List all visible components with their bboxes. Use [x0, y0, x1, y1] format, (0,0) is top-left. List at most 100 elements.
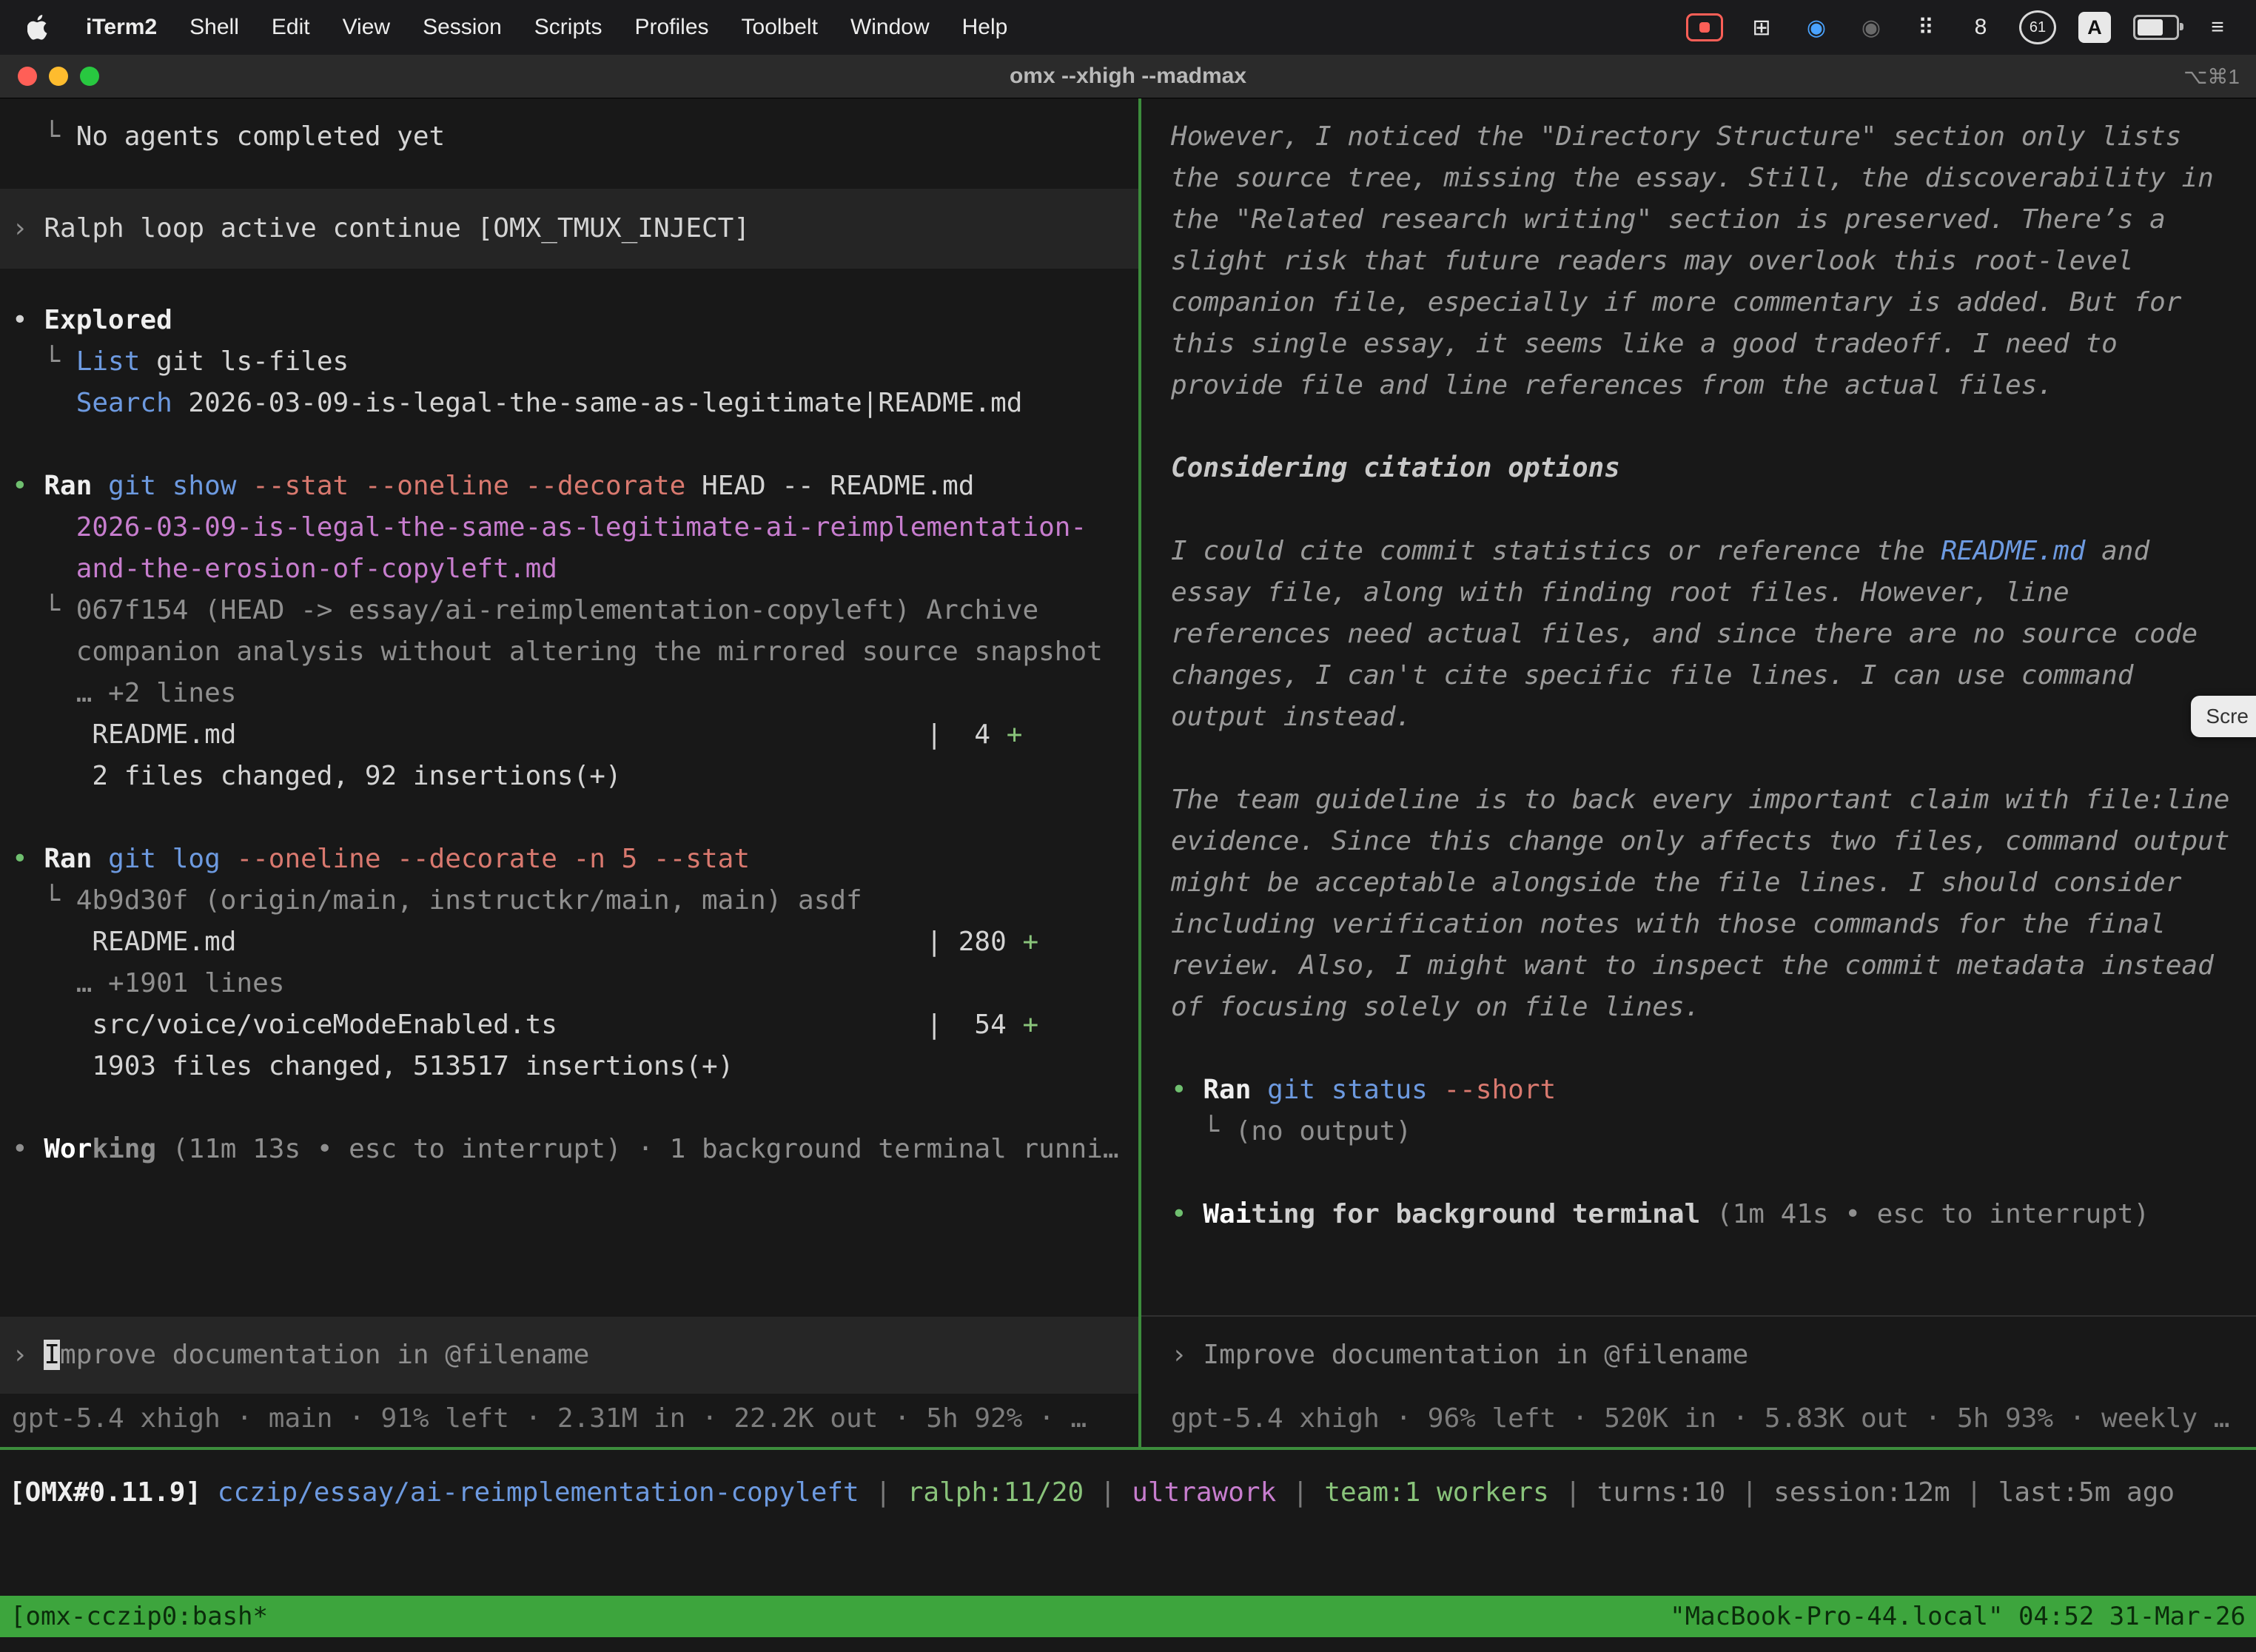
grid-app-icon[interactable]: ⊞ — [1745, 10, 1778, 44]
terminal-block: • Explored └ List git ls-files Search 20… — [0, 300, 1138, 424]
text-segment: the "Related research writing" section i… — [1171, 204, 2166, 235]
text-segment: Considering citation options — [1171, 453, 1620, 483]
left-pane-spacer — [0, 1170, 1138, 1317]
terminal-line: output instead. — [1141, 696, 2256, 738]
text-segment: and-the-erosion-of-copyleft.md — [12, 554, 557, 584]
text-segment: Ran — [1203, 1075, 1267, 1105]
tmux-panes: └ No agents completed yet› Ralph loop ac… — [0, 98, 2256, 1447]
text-segment: session:12m — [1773, 1477, 1950, 1508]
terminal-line: Search 2026-03-09-is-legal-the-same-as-l… — [0, 383, 1138, 424]
right-input-box[interactable]: › Improve documentation in @filename — [1141, 1315, 2256, 1394]
terminal-line: README.md | 4 + — [0, 714, 1138, 756]
dark-app-icon[interactable]: ◉ — [1855, 10, 1887, 44]
apple-menu-icon[interactable] — [22, 11, 55, 44]
text-segment: + — [1007, 719, 1023, 750]
window-shortcut-hint: ⌥⌘1 — [2183, 64, 2240, 89]
battery-icon[interactable] — [2133, 15, 2179, 40]
spacer — [1141, 1152, 2256, 1194]
spacer — [0, 1087, 1138, 1129]
stats-8-icon[interactable]: 8 — [1964, 10, 1997, 44]
menu-item-session[interactable]: Session — [406, 0, 518, 55]
left-input-line[interactable]: › Improve documentation in @filename — [0, 1334, 1138, 1376]
dots-grid-icon[interactable]: ⠿ — [1910, 10, 1942, 44]
menu-items: iTerm2ShellEditViewSessionScriptsProfile… — [70, 0, 1024, 55]
terminal-line: src/voice/voiceModeEnabled.ts | 54 + — [0, 1004, 1138, 1046]
terminal-line: changes, I can't cite specific file line… — [1141, 655, 2256, 696]
terminal-block: • Ran git log --oneline --decorate -n 5 … — [0, 839, 1138, 1087]
right-input-line[interactable]: › Improve documentation in @filename — [1141, 1334, 2256, 1376]
terminal-line: and-the-erosion-of-copyleft.md — [0, 548, 1138, 590]
spacer — [0, 158, 1138, 178]
menu-item-help[interactable]: Help — [946, 0, 1024, 55]
terminal-line: the source tree, missing the essay. Stil… — [1141, 158, 2256, 199]
left-input-box[interactable]: › Improve documentation in @filename — [0, 1317, 1138, 1394]
screen-recording-indicator[interactable] — [1686, 13, 1723, 41]
menu-item-window[interactable]: Window — [834, 0, 946, 55]
text-segment: 067f154 (HEAD -> essay/ai-reimplementati… — [76, 595, 1038, 625]
text-segment: Wai — [1203, 1199, 1251, 1229]
input-source-icon[interactable]: A — [2078, 12, 2111, 43]
text-segment: 1903 files changed, 513517 insertions(+) — [12, 1051, 733, 1081]
text-segment: 4b9d30f (origin/main, instructkr/main, m… — [76, 885, 862, 916]
text-segment: (11m 13s • esc to interrupt) · 1 backgro… — [156, 1134, 1118, 1164]
menu-item-iterm2[interactable]: iTerm2 — [70, 0, 173, 55]
text-segment: 2 files changed, 92 insertions(+) — [12, 761, 622, 791]
text-segment: Explored — [44, 305, 172, 335]
omx-status-bar: [OMX#0.11.9] cczip/essay/ai-reimplementa… — [0, 1450, 2256, 1514]
menu-item-toolbelt[interactable]: Toolbelt — [725, 0, 834, 55]
spacer — [1141, 406, 2256, 448]
screen-share-overlay[interactable]: Scre — [2191, 696, 2256, 737]
text-segment: git show — [108, 471, 252, 501]
menu-item-scripts[interactable]: Scripts — [518, 0, 619, 55]
text-segment: ting for background terminal — [1251, 1199, 1700, 1229]
text-segment — [12, 388, 76, 418]
left-pane[interactable]: └ No agents completed yet› Ralph loop ac… — [0, 98, 1138, 1447]
text-segment: Search — [76, 388, 172, 418]
control-center-icon[interactable]: ≡ — [2201, 10, 2234, 44]
terminal-window: └ No agents completed yet› Ralph loop ac… — [0, 98, 2256, 1652]
text-segment: (no output) — [1235, 1116, 1411, 1146]
spacer — [0, 279, 1138, 300]
tmux-session-window: [omx-cczip0:bash* — [10, 1602, 268, 1631]
spacer — [1141, 489, 2256, 531]
text-segment: • — [12, 471, 44, 501]
text-segment: | — [859, 1477, 907, 1508]
terminal-block: • Working (11m 13s • esc to interrupt) ·… — [0, 1129, 1138, 1170]
terminal-line: 1903 files changed, 513517 insertions(+) — [0, 1046, 1138, 1087]
text-segment: | — [1950, 1477, 1998, 1508]
text-segment: Ran — [44, 844, 108, 874]
menu-item-shell[interactable]: Shell — [173, 0, 255, 55]
menu-item-view[interactable]: View — [326, 0, 406, 55]
text-segment: Wor — [44, 1134, 92, 1164]
text-segment: evidence. Since this change only affects… — [1171, 826, 2229, 856]
right-pane[interactable]: However, I noticed the "Directory Struct… — [1141, 98, 2256, 1447]
text-segment: | — [1276, 1477, 1324, 1508]
terminal-line: README.md | 280 + — [0, 921, 1138, 963]
text-segment: | — [1725, 1477, 1773, 1508]
text-segment: However, I noticed the "Directory Struct… — [1171, 121, 2181, 152]
window-title-bar[interactable]: omx --xhigh --madmax ⌥⌘1 — [0, 55, 2256, 98]
text-segment: git log — [108, 844, 236, 874]
spacer — [1141, 1028, 2256, 1070]
terminal-line: companion analysis without altering the … — [0, 631, 1138, 673]
text-segment: I could cite commit statistics or refere… — [1171, 536, 1941, 566]
notice-box: › Ralph loop active continue [OMX_TMUX_I… — [0, 189, 1138, 269]
terminal-line: of focusing solely on file lines. — [1141, 987, 2256, 1028]
terminal-line: the "Related research writing" section i… — [1141, 199, 2256, 241]
text-segment: --oneline --decorate -n 5 --stat — [236, 844, 750, 874]
text-segment: and — [2085, 536, 2149, 566]
timer-61-icon[interactable]: 61 — [2019, 10, 2056, 44]
menu-item-edit[interactable]: Edit — [255, 0, 326, 55]
terminal-line: Considering citation options — [1141, 448, 2256, 489]
right-pane-spacer — [1141, 1235, 2256, 1315]
text-segment: essay file, along with finding root file… — [1171, 577, 2069, 608]
terminal-line: The team guideline is to back every impo… — [1141, 779, 2256, 821]
menu-item-profiles[interactable]: Profiles — [618, 0, 725, 55]
blue-app-icon[interactable]: ◉ — [1800, 10, 1833, 44]
text-segment: --short — [1443, 1075, 1556, 1105]
left-pane-scrollback: └ No agents completed yet› Ralph loop ac… — [0, 116, 1138, 1170]
terminal-line: evidence. Since this change only affects… — [1141, 821, 2256, 862]
text-segment: README.md | 4 — [12, 719, 1007, 750]
text-segment: › — [12, 1340, 44, 1370]
text-segment: ralph:11/20 — [907, 1477, 1084, 1508]
